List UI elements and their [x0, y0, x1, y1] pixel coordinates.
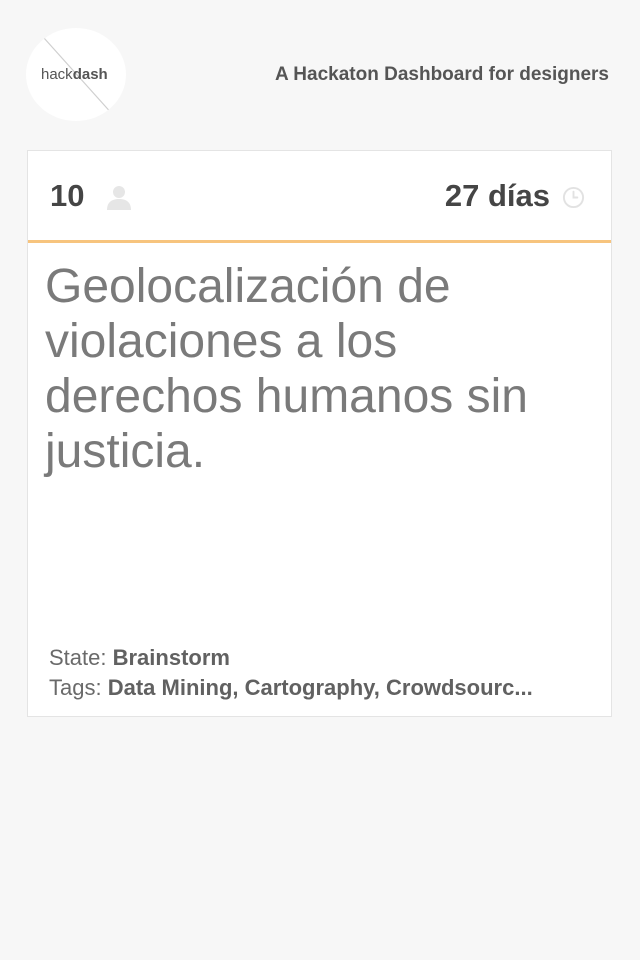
time-left: 27 días: [444, 178, 550, 213]
page: hackdash A Hackaton Dashboard for design…: [0, 0, 640, 960]
logo-dash: dash: [72, 66, 108, 83]
project-title[interactable]: Geolocalización de violaciones a los der…: [45, 259, 590, 479]
logo-hack: hack: [41, 66, 73, 83]
site-tagline: A Hackaton Dashboard for designers: [275, 64, 609, 85]
state-label: State:: [49, 645, 107, 670]
hackdash-logo[interactable]: hackdash: [26, 28, 126, 121]
tags-label: Tags:: [49, 675, 102, 700]
card-header: 10 27 días: [28, 151, 611, 243]
user-icon: [107, 186, 131, 210]
logo-text: hackdash: [41, 66, 108, 83]
project-tags: Tags: Data Mining, Cartography, Crowdsou…: [49, 675, 599, 701]
clock-icon: [562, 186, 585, 209]
tags-value: Data Mining, Cartography, Crowdsourc...: [107, 675, 533, 700]
state-value: Brainstorm: [112, 645, 230, 670]
project-card[interactable]: 10 27 días Geolocalización de violacione…: [27, 150, 612, 717]
followers-count: 10: [50, 178, 85, 213]
project-state: State: Brainstorm: [49, 645, 599, 671]
